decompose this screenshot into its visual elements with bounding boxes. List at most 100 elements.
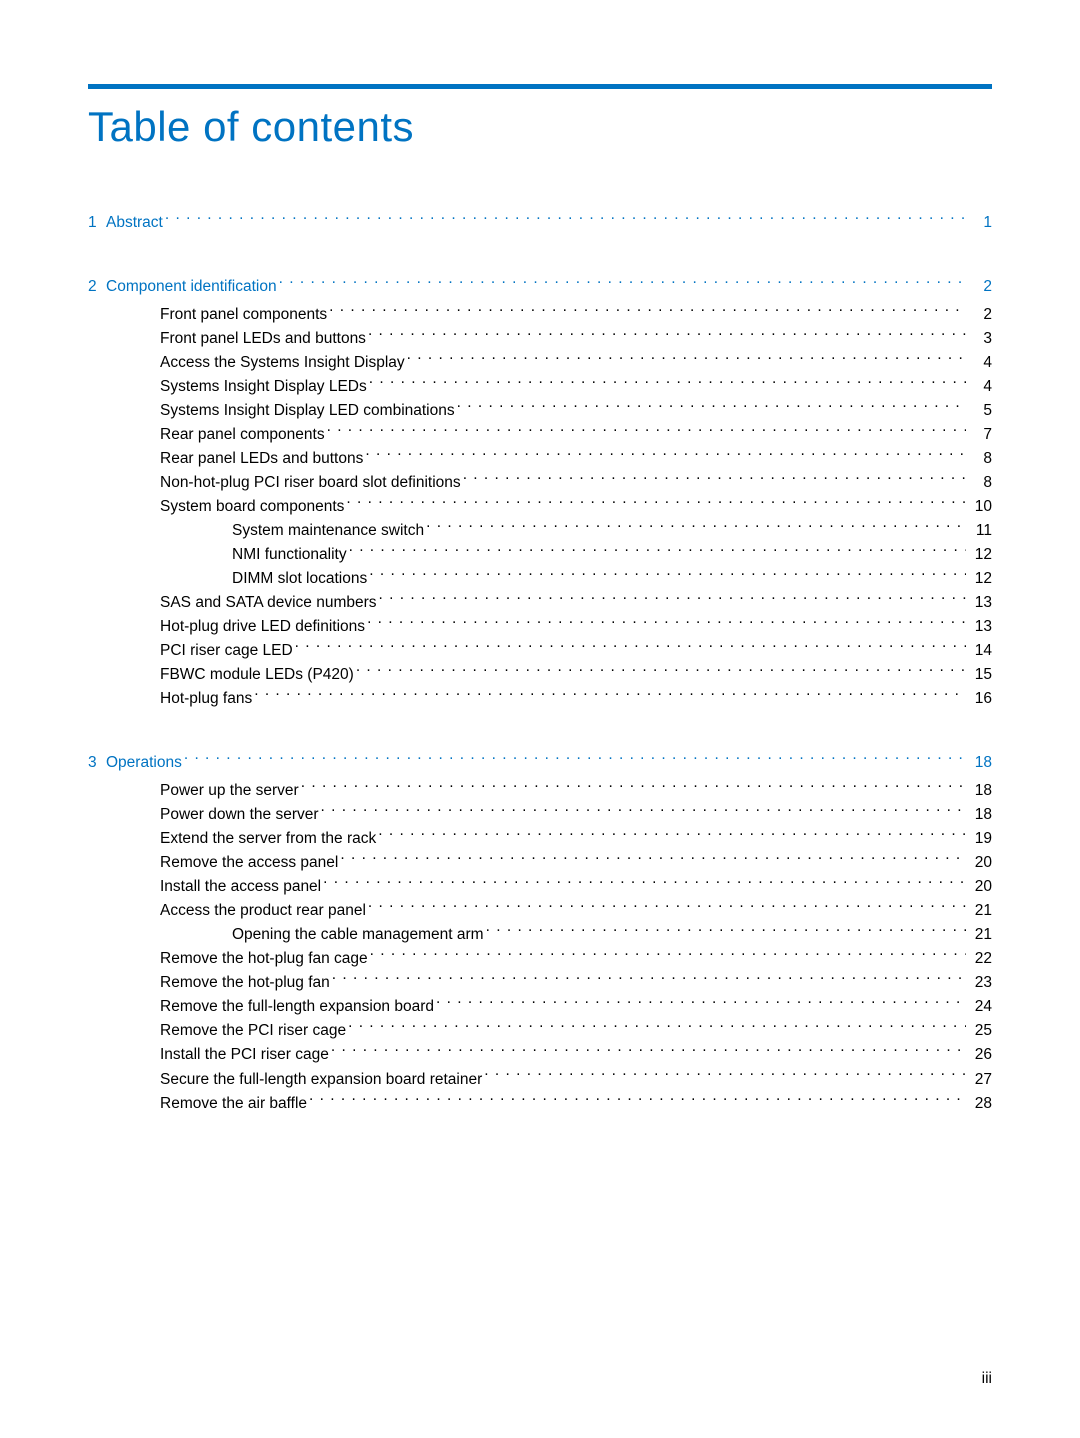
entry-label: Access the product rear panel (160, 899, 366, 923)
entry-page: 5 (968, 399, 992, 423)
dot-leader (349, 544, 966, 560)
toc-entry-row[interactable]: Front panel components2 (88, 303, 992, 327)
chapter-number: 2 (88, 275, 106, 299)
dot-leader (367, 616, 966, 632)
toc-entry-row[interactable]: Install the PCI riser cage 26 (88, 1043, 992, 1067)
toc-entry-row[interactable]: Remove the access panel 20 (88, 851, 992, 875)
entry-page: 22 (968, 947, 992, 971)
dot-leader (463, 472, 966, 488)
toc-entry-row[interactable]: Front panel LEDs and buttons3 (88, 327, 992, 351)
toc-entry-row[interactable]: Hot-plug drive LED definitions13 (88, 615, 992, 639)
dot-leader (346, 496, 966, 512)
chapter-number: 1 (88, 211, 106, 235)
dot-leader (184, 752, 966, 768)
entry-label: Rear panel components (160, 423, 325, 447)
entry-label: Remove the access panel (160, 851, 338, 875)
toc-entry-row[interactable]: PCI riser cage LED 14 (88, 639, 992, 663)
entry-page: 21 (968, 923, 992, 947)
toc-entry-row[interactable]: Opening the cable management arm 21 (88, 923, 992, 947)
toc-chapter-row[interactable]: 1Abstract1 (88, 211, 992, 235)
page-number: iii (982, 1370, 992, 1388)
toc-entry-row[interactable]: Rear panel LEDs and buttons8 (88, 447, 992, 471)
toc-entry-row[interactable]: Systems Insight Display LED combinations… (88, 399, 992, 423)
dot-leader (457, 400, 966, 416)
toc-entry-row[interactable]: Access the Systems Insight Display4 (88, 351, 992, 375)
entry-label: Systems Insight Display LEDs (160, 375, 367, 399)
toc-entry-row[interactable]: System maintenance switch11 (88, 519, 992, 543)
dot-leader (436, 996, 966, 1012)
toc-entry-row[interactable]: Remove the hot-plug fan23 (88, 971, 992, 995)
toc-entry-row[interactable]: Hot-plug fans 16 (88, 687, 992, 711)
entry-label: Remove the air baffle (160, 1092, 307, 1116)
dot-leader (407, 352, 966, 368)
dot-leader (370, 948, 966, 964)
entry-label: Systems Insight Display LED combinations (160, 399, 455, 423)
toc-entry-row[interactable]: Remove the PCI riser cage 25 (88, 1019, 992, 1043)
entry-label: Opening the cable management arm (232, 923, 484, 947)
entry-page: 7 (968, 423, 992, 447)
dot-leader (369, 568, 966, 584)
toc-entry-row[interactable]: Power down the server18 (88, 803, 992, 827)
entry-page: 20 (968, 851, 992, 875)
entry-page: 12 (968, 543, 992, 567)
entry-label: PCI riser cage LED (160, 639, 293, 663)
toc-entry-row[interactable]: NMI functionality12 (88, 543, 992, 567)
dot-leader (327, 424, 966, 440)
toc-entry-row[interactable]: SAS and SATA device numbers13 (88, 591, 992, 615)
dot-leader (254, 688, 966, 704)
toc-entry-row[interactable]: Remove the hot-plug fan cage22 (88, 947, 992, 971)
chapter-number: 3 (88, 751, 106, 775)
dot-leader (321, 804, 966, 820)
entry-page: 26 (968, 1043, 992, 1067)
entry-label: Remove the PCI riser cage (160, 1019, 346, 1043)
toc-entry-row[interactable]: Power up the server 18 (88, 779, 992, 803)
entry-page: 18 (968, 803, 992, 827)
entry-page: 18 (968, 779, 992, 803)
entry-label: Install the PCI riser cage (160, 1043, 329, 1067)
entry-page: 12 (968, 567, 992, 591)
entry-page: 19 (968, 827, 992, 851)
entry-page: 13 (968, 615, 992, 639)
toc-entry-row[interactable]: DIMM slot locations12 (88, 567, 992, 591)
dot-leader (486, 924, 966, 940)
dot-leader (348, 1020, 966, 1036)
entry-page: 21 (968, 899, 992, 923)
entry-page: 25 (968, 1019, 992, 1043)
toc-entry-row[interactable]: FBWC module LEDs (P420)15 (88, 663, 992, 687)
toc-chapter-row[interactable]: 2Component identification2 (88, 275, 992, 299)
toc-section: 3Operations18 Power up the server 18Power … (88, 751, 992, 1115)
toc-chapter-row[interactable]: 3Operations18 (88, 751, 992, 775)
entry-page: 3 (968, 327, 992, 351)
entry-page: 14 (968, 639, 992, 663)
entry-page: 20 (968, 875, 992, 899)
entry-label: Extend the server from the rack (160, 827, 376, 851)
toc-entry-row[interactable]: Access the product rear panel 21 (88, 899, 992, 923)
entry-page: 27 (968, 1068, 992, 1092)
top-rule (88, 84, 992, 89)
toc-entry-row[interactable]: Systems Insight Display LEDs4 (88, 375, 992, 399)
toc-entry-row[interactable]: Secure the full-length expansion board r… (88, 1068, 992, 1092)
dot-leader (279, 276, 966, 292)
entry-label: Rear panel LEDs and buttons (160, 447, 363, 471)
toc-title: Table of contents (88, 103, 992, 151)
entry-page: 2 (968, 303, 992, 327)
entry-page: 8 (968, 471, 992, 495)
entry-label: Install the access panel (160, 875, 321, 899)
entry-page: 16 (968, 687, 992, 711)
dot-leader (301, 780, 966, 796)
entry-label: Power up the server (160, 779, 299, 803)
toc-entry-row[interactable]: Non-hot-plug PCI riser board slot defini… (88, 471, 992, 495)
toc-entry-row[interactable]: Install the access panel 20 (88, 875, 992, 899)
dot-leader (165, 212, 966, 228)
toc-root: 1Abstract1 2Component identification2 Fron… (88, 211, 992, 1116)
entry-label: Hot-plug fans (160, 687, 252, 711)
toc-entry-row[interactable]: Remove the air baffle28 (88, 1092, 992, 1116)
toc-entry-row[interactable]: Extend the server from the rack 19 (88, 827, 992, 851)
toc-entry-row[interactable]: Remove the full-length expansion board24 (88, 995, 992, 1019)
toc-entry-row[interactable]: Rear panel components 7 (88, 423, 992, 447)
entry-label: Secure the full-length expansion board r… (160, 1068, 482, 1092)
toc-entry-row[interactable]: System board components10 (88, 495, 992, 519)
chapter-page: 2 (968, 275, 992, 299)
dot-leader (331, 1044, 966, 1060)
dot-leader (484, 1068, 966, 1084)
